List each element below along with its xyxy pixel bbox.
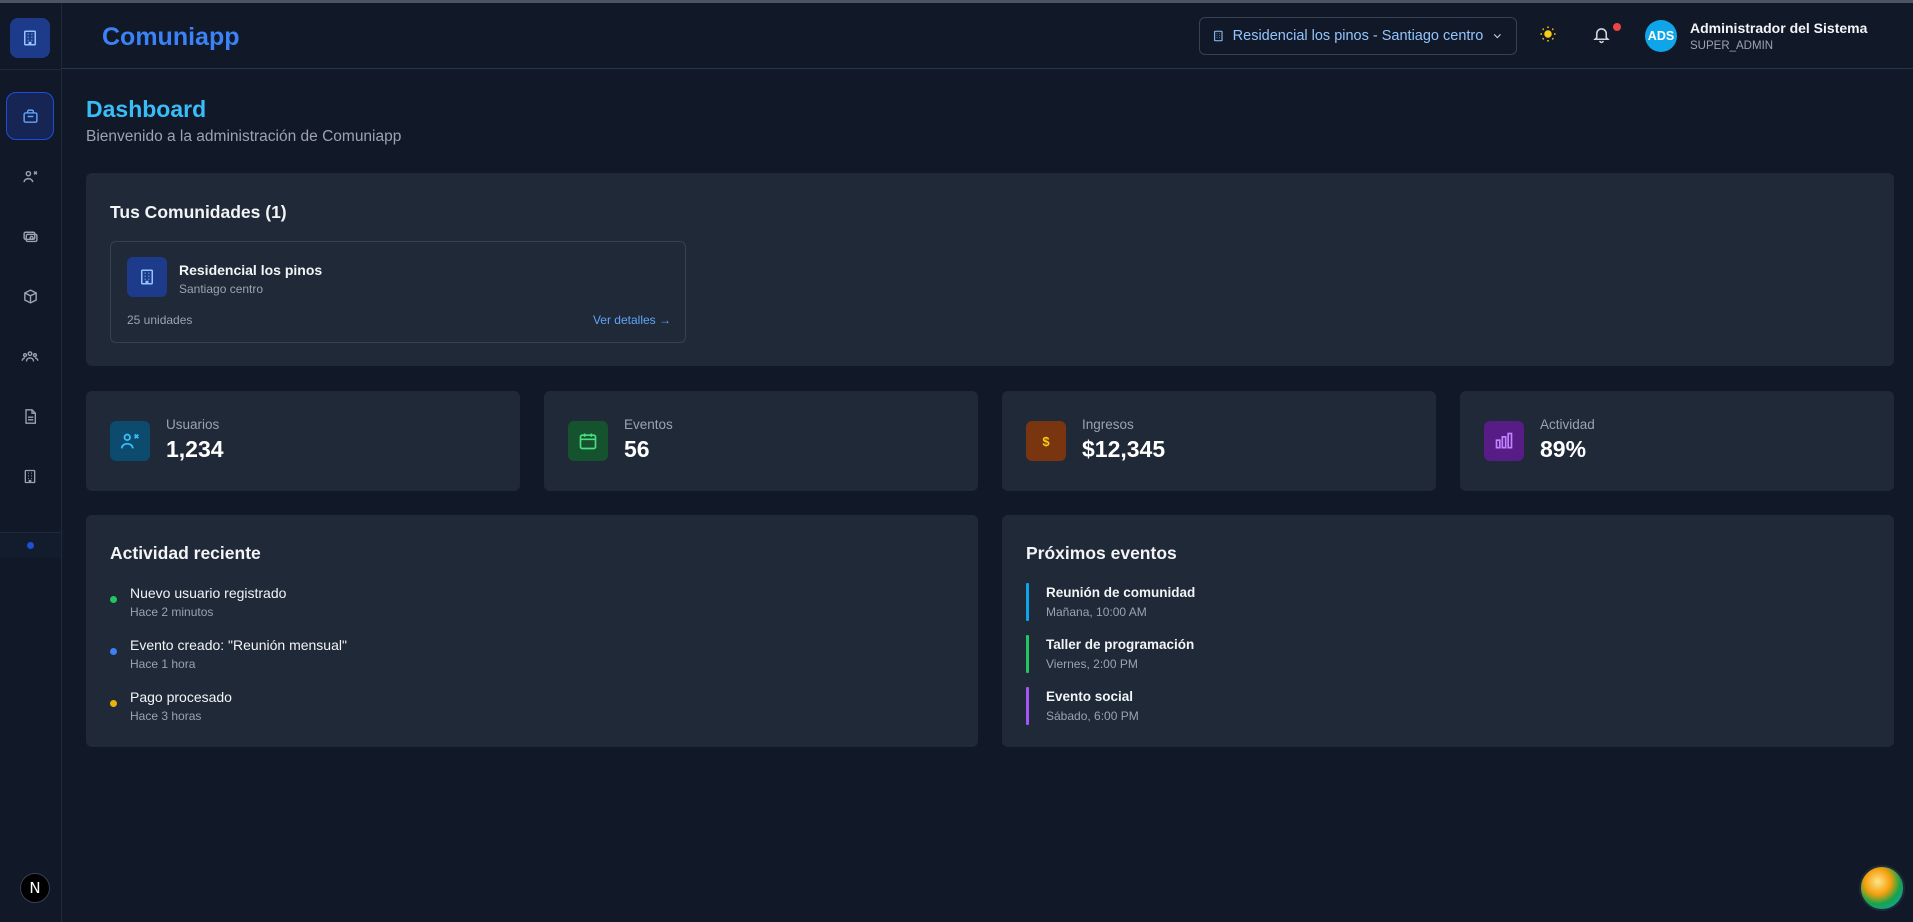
community-name: Residencial los pinos	[179, 262, 323, 278]
theme-toggle-button[interactable]	[1539, 25, 1557, 48]
user-role: SUPER_ADMIN	[1690, 40, 1774, 52]
box-icon	[23, 288, 37, 304]
payments-icon	[22, 231, 38, 242]
floating-avatar-button[interactable]	[1859, 865, 1905, 911]
app-logo[interactable]	[10, 18, 50, 58]
activity-text: Pago procesado	[130, 689, 232, 705]
community-location: Santiago centro	[179, 282, 264, 296]
bell-icon	[1593, 28, 1610, 44]
calendar-icon	[579, 433, 597, 450]
activity-text: Nuevo usuario registrado	[130, 585, 287, 601]
stat-card-events: Eventos 56	[544, 391, 978, 491]
stat-icon-box: $	[1026, 421, 1066, 461]
stat-label: Ingresos	[1082, 417, 1134, 432]
activity-text: Evento creado: "Reunión mensual"	[130, 637, 347, 653]
event-time: Viernes, 2:00 PM	[1046, 657, 1138, 671]
notifications-button[interactable]	[1592, 25, 1611, 49]
users-icon	[22, 170, 37, 182]
sidebar-item-documents[interactable]	[6, 392, 54, 440]
stat-label: Usuarios	[166, 417, 220, 432]
community-icon	[127, 257, 167, 297]
page-title: Dashboard	[86, 96, 207, 122]
stat-card-income: $ Ingresos $12,345	[1002, 391, 1436, 491]
building-icon	[141, 269, 153, 285]
communities-card: Tus Comunidades (1) Residencial los pino…	[86, 173, 1894, 366]
upcoming-events-title: Próximos eventos	[1026, 543, 1177, 563]
event-title: Evento social	[1046, 689, 1134, 704]
activity-time: Hace 3 horas	[130, 709, 202, 723]
community-selector-label: Residencial los pinos - Santiago centro	[1232, 28, 1484, 44]
stat-value: 89%	[1540, 436, 1587, 462]
upcoming-events-card: Próximos eventos Reunión de comunidad Ma…	[1002, 515, 1894, 747]
stat-icon-box	[568, 421, 608, 461]
recent-activity-card: Actividad reciente Nuevo usuario registr…	[86, 515, 978, 747]
sidebar-divider	[0, 69, 61, 70]
sidebar-item-dashboard[interactable]	[6, 92, 54, 140]
stat-value: $12,345	[1082, 436, 1166, 462]
page-subtitle: Bienvenido a la administración de Comuni…	[86, 128, 402, 145]
sun-icon	[1540, 26, 1556, 42]
chevron-down-icon	[1494, 34, 1502, 39]
recent-activity-title: Actividad reciente	[110, 543, 261, 563]
notification-badge	[1613, 23, 1621, 31]
event-color-bar	[1026, 583, 1029, 621]
sidebar-item-groups[interactable]	[6, 332, 54, 380]
sidebar-item-users[interactable]	[6, 152, 54, 200]
dev-tools-badge[interactable]: N	[20, 873, 50, 903]
stat-value: 1,234	[166, 436, 224, 462]
indicator-dot	[27, 542, 34, 549]
stat-card-activity: Actividad 89%	[1460, 391, 1894, 491]
dashboard-icon	[22, 108, 38, 123]
document-icon	[25, 408, 36, 424]
status-dot	[110, 648, 117, 655]
stat-icon-box	[110, 421, 150, 461]
user-name[interactable]: Administrador del Sistema	[1690, 20, 1867, 36]
sidebar: N	[0, 3, 62, 922]
bar-chart-icon	[1495, 432, 1513, 449]
event-title: Taller de programación	[1046, 637, 1195, 652]
stat-icon-box	[1484, 421, 1524, 461]
stat-label: Actividad	[1540, 417, 1595, 432]
building-icon	[24, 30, 36, 46]
user-avatar[interactable]: ADS	[1645, 20, 1677, 52]
sidebar-item-buildings[interactable]	[6, 452, 54, 500]
status-dot	[110, 596, 117, 603]
status-dot	[110, 700, 117, 707]
brand-title[interactable]: Comuniapp	[102, 23, 240, 52]
activity-time: Hace 2 minutos	[130, 605, 214, 619]
event-title: Reunión de comunidad	[1046, 585, 1196, 600]
stat-label: Eventos	[624, 417, 673, 432]
stat-card-users: Usuarios 1,234	[86, 391, 520, 491]
groups-icon	[21, 350, 39, 362]
building-icon	[1214, 30, 1223, 42]
event-time: Sábado, 6:00 PM	[1046, 709, 1139, 723]
stat-value: 56	[624, 436, 650, 462]
event-color-bar	[1026, 687, 1029, 725]
community-selector[interactable]: Residencial los pinos - Santiago centro	[1199, 17, 1517, 55]
dollar-icon: $	[1042, 433, 1050, 449]
sidebar-indicator	[0, 532, 61, 558]
building-icon	[24, 469, 36, 483]
activity-time: Hace 1 hora	[130, 657, 196, 671]
sidebar-item-inventory[interactable]	[6, 272, 54, 320]
community-item[interactable]: Residencial los pinos Santiago centro 25…	[110, 241, 686, 343]
event-color-bar	[1026, 635, 1029, 673]
sidebar-item-payments[interactable]	[6, 212, 54, 260]
users-icon	[120, 433, 139, 449]
community-units: 25 unidades	[127, 313, 193, 327]
view-details-link[interactable]: Ver detalles →	[593, 313, 671, 327]
top-header: Comuniapp Residencial los pinos - Santia…	[62, 3, 1913, 69]
event-time: Mañana, 10:00 AM	[1046, 605, 1147, 619]
communities-title: Tus Comunidades (1)	[110, 202, 287, 222]
